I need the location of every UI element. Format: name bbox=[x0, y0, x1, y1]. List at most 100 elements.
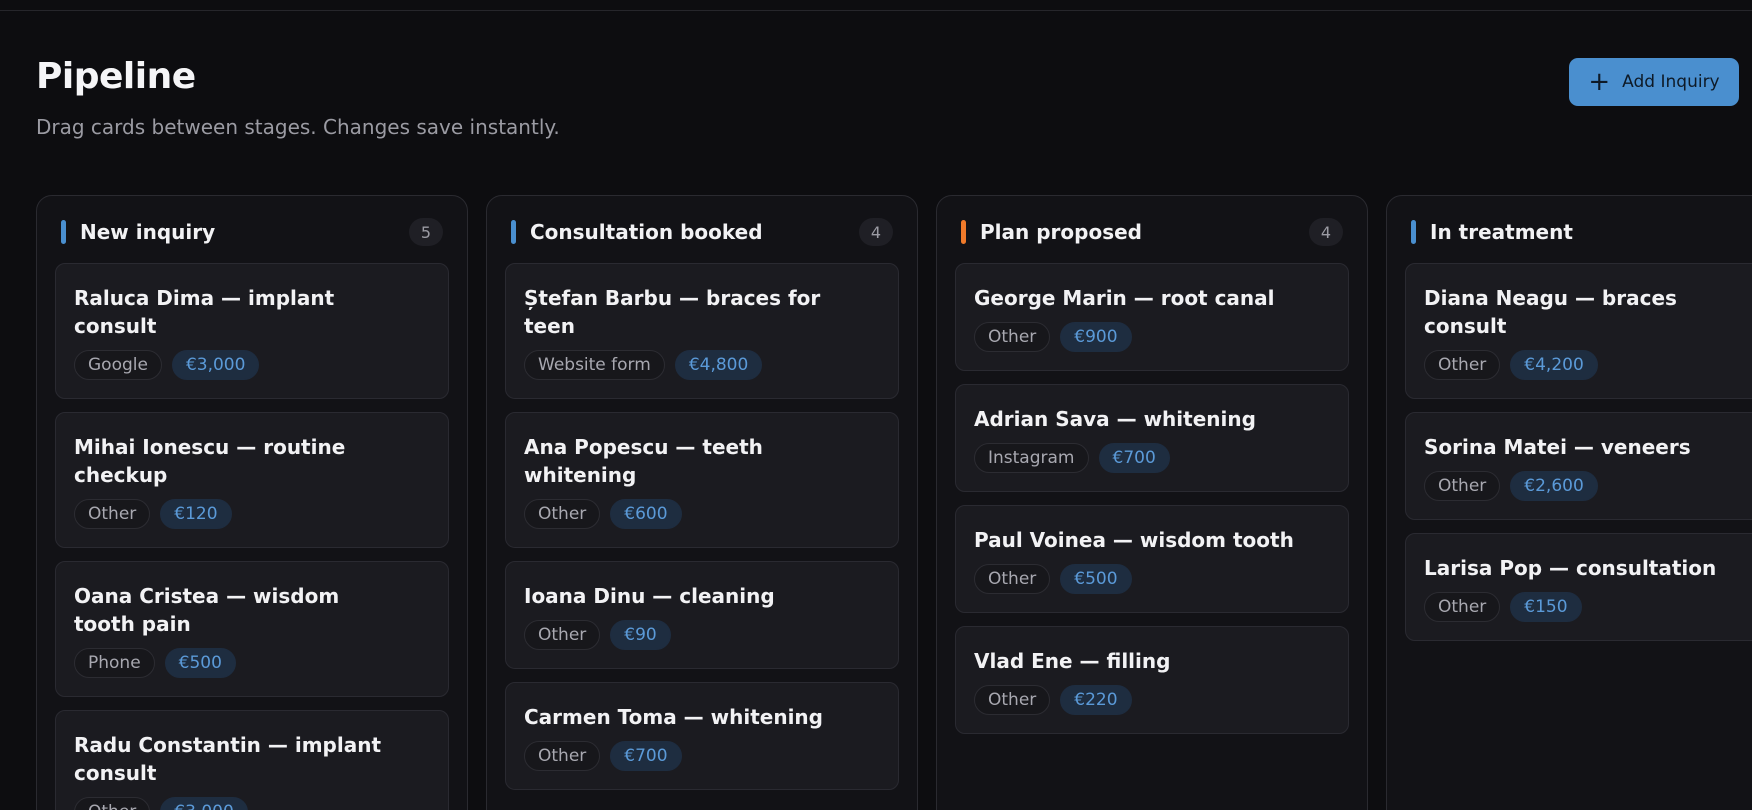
column-title: Consultation booked bbox=[530, 220, 763, 244]
amount-tag: €150 bbox=[1510, 592, 1582, 622]
pipeline-card[interactable]: Ana Popescu — teeth whitening Other €600 bbox=[505, 412, 899, 548]
card-tags: Other €700 bbox=[524, 741, 880, 771]
page-subtitle: Drag cards between stages. Changes save … bbox=[36, 115, 560, 139]
pipeline-card[interactable]: Carmen Toma — whitening Other €700 bbox=[505, 682, 899, 790]
column-title: Plan proposed bbox=[980, 220, 1142, 244]
card-list: George Marin — root canal Other €900 Adr… bbox=[955, 263, 1349, 734]
amount-tag: €2,600 bbox=[1510, 471, 1598, 501]
card-tags: Other €3,000 bbox=[74, 797, 430, 810]
source-tag: Other bbox=[974, 322, 1051, 352]
page-header: Pipeline Drag cards between stages. Chan… bbox=[36, 56, 560, 139]
card-title: Adrian Sava — whitening bbox=[974, 407, 1256, 431]
column-in-treatment: In treatment Diana Neagu — braces consul… bbox=[1386, 195, 1752, 810]
amount-tag: €500 bbox=[164, 648, 236, 678]
amount-tag: €90 bbox=[610, 620, 671, 650]
card-title: Vlad Ene — filling bbox=[974, 649, 1171, 673]
stage-color-bar bbox=[61, 220, 66, 244]
source-tag: Website form bbox=[524, 350, 665, 380]
card-title: Oana Cristea — wisdom tooth pain bbox=[74, 584, 340, 636]
column-header: Consultation booked 4 bbox=[511, 218, 893, 246]
pipeline-card[interactable]: Ioana Dinu — cleaning Other €90 bbox=[505, 561, 899, 669]
pipeline-card[interactable]: Radu Constantin — implant consult Other … bbox=[55, 710, 449, 810]
card-title: Carmen Toma — whitening bbox=[524, 705, 823, 729]
pipeline-card[interactable]: Adrian Sava — whitening Instagram €700 bbox=[955, 384, 1349, 492]
amount-tag: €220 bbox=[1060, 685, 1132, 715]
card-tags: Other €90 bbox=[524, 620, 880, 650]
source-tag: Other bbox=[524, 620, 601, 650]
column-count-badge: 4 bbox=[1309, 218, 1343, 246]
stage-color-bar bbox=[961, 220, 966, 244]
card-title: Larisa Pop — consultation bbox=[1424, 556, 1717, 580]
pipeline-card[interactable]: Ștefan Barbu — braces for teen Website f… bbox=[505, 263, 899, 399]
card-tags: Other €120 bbox=[74, 499, 430, 529]
pipeline-card[interactable]: Paul Voinea — wisdom tooth Other €500 bbox=[955, 505, 1349, 613]
source-tag: Other bbox=[524, 499, 601, 529]
pipeline-board: New inquiry 5 Raluca Dima — implant cons… bbox=[36, 195, 1752, 810]
page-title: Pipeline bbox=[36, 56, 196, 97]
source-tag: Other bbox=[524, 741, 601, 771]
card-list: Diana Neagu — braces consult Other €4,20… bbox=[1405, 263, 1752, 641]
card-tags: Other €2,600 bbox=[1424, 471, 1752, 501]
card-tags: Other €500 bbox=[974, 564, 1330, 594]
add-inquiry-button[interactable]: + Add Inquiry bbox=[1569, 58, 1739, 106]
card-tags: Instagram €700 bbox=[974, 443, 1330, 473]
amount-tag: €900 bbox=[1060, 322, 1132, 352]
card-title: Radu Constantin — implant consult bbox=[74, 733, 382, 785]
pipeline-card[interactable]: Mihai Ionescu — routine checkup Other €1… bbox=[55, 412, 449, 548]
column-consultation-booked: Consultation booked 4 Ștefan Barbu — bra… bbox=[486, 195, 918, 810]
card-tags: Phone €500 bbox=[74, 648, 430, 678]
card-title: Paul Voinea — wisdom tooth bbox=[974, 528, 1294, 552]
card-title: Ana Popescu — teeth whitening bbox=[524, 435, 763, 487]
column-count-badge: 4 bbox=[859, 218, 893, 246]
card-title: Sorina Matei — veneers bbox=[1424, 435, 1691, 459]
card-list: Raluca Dima — implant consult Google €3,… bbox=[55, 263, 449, 810]
source-tag: Phone bbox=[74, 648, 155, 678]
column-new-inquiry: New inquiry 5 Raluca Dima — implant cons… bbox=[36, 195, 468, 810]
card-list: Ștefan Barbu — braces for teen Website f… bbox=[505, 263, 899, 790]
card-title: Mihai Ionescu — routine checkup bbox=[74, 435, 346, 487]
source-tag: Other bbox=[1424, 471, 1501, 501]
pipeline-card[interactable]: Sorina Matei — veneers Other €2,600 bbox=[1405, 412, 1752, 520]
top-divider bbox=[0, 10, 1752, 11]
amount-tag: €120 bbox=[160, 499, 232, 529]
column-plan-proposed: Plan proposed 4 George Marin — root cana… bbox=[936, 195, 1368, 810]
card-tags: Other €4,200 bbox=[1424, 350, 1752, 380]
stage-color-bar bbox=[511, 220, 516, 244]
pipeline-card[interactable]: Raluca Dima — implant consult Google €3,… bbox=[55, 263, 449, 399]
source-tag: Other bbox=[1424, 592, 1501, 622]
amount-tag: €500 bbox=[1060, 564, 1132, 594]
card-title: George Marin — root canal bbox=[974, 286, 1275, 310]
amount-tag: €700 bbox=[610, 741, 682, 771]
amount-tag: €4,800 bbox=[674, 350, 763, 380]
column-header: New inquiry 5 bbox=[61, 218, 443, 246]
plus-icon: + bbox=[1588, 67, 1611, 97]
column-header: Plan proposed 4 bbox=[961, 218, 1343, 246]
pipeline-card[interactable]: George Marin — root canal Other €900 bbox=[955, 263, 1349, 371]
source-tag: Other bbox=[974, 564, 1051, 594]
pipeline-card[interactable]: Oana Cristea — wisdom tooth pain Phone €… bbox=[55, 561, 449, 697]
pipeline-card[interactable]: Vlad Ene — filling Other €220 bbox=[955, 626, 1349, 734]
add-inquiry-label: Add Inquiry bbox=[1622, 72, 1720, 92]
card-tags: Google €3,000 bbox=[74, 350, 430, 380]
pipeline-card[interactable]: Diana Neagu — braces consult Other €4,20… bbox=[1405, 263, 1752, 399]
card-tags: Other €220 bbox=[974, 685, 1330, 715]
card-title: Raluca Dima — implant consult bbox=[74, 286, 335, 338]
source-tag: Google bbox=[74, 350, 162, 380]
amount-tag: €4,200 bbox=[1510, 350, 1598, 380]
amount-tag: €3,000 bbox=[171, 350, 260, 380]
pipeline-card[interactable]: Larisa Pop — consultation Other €150 bbox=[1405, 533, 1752, 641]
column-title: In treatment bbox=[1430, 220, 1573, 244]
source-tag: Instagram bbox=[974, 443, 1089, 473]
column-title: New inquiry bbox=[80, 220, 216, 244]
column-header: In treatment bbox=[1411, 218, 1752, 246]
card-title: Diana Neagu — braces consult bbox=[1424, 286, 1677, 338]
source-tag: Other bbox=[74, 499, 151, 529]
card-tags: Other €600 bbox=[524, 499, 880, 529]
card-title: Ioana Dinu — cleaning bbox=[524, 584, 775, 608]
amount-tag: €700 bbox=[1098, 443, 1170, 473]
source-tag: Other bbox=[74, 797, 151, 810]
source-tag: Other bbox=[974, 685, 1051, 715]
source-tag: Other bbox=[1424, 350, 1501, 380]
amount-tag: €600 bbox=[610, 499, 682, 529]
card-tags: Other €900 bbox=[974, 322, 1330, 352]
